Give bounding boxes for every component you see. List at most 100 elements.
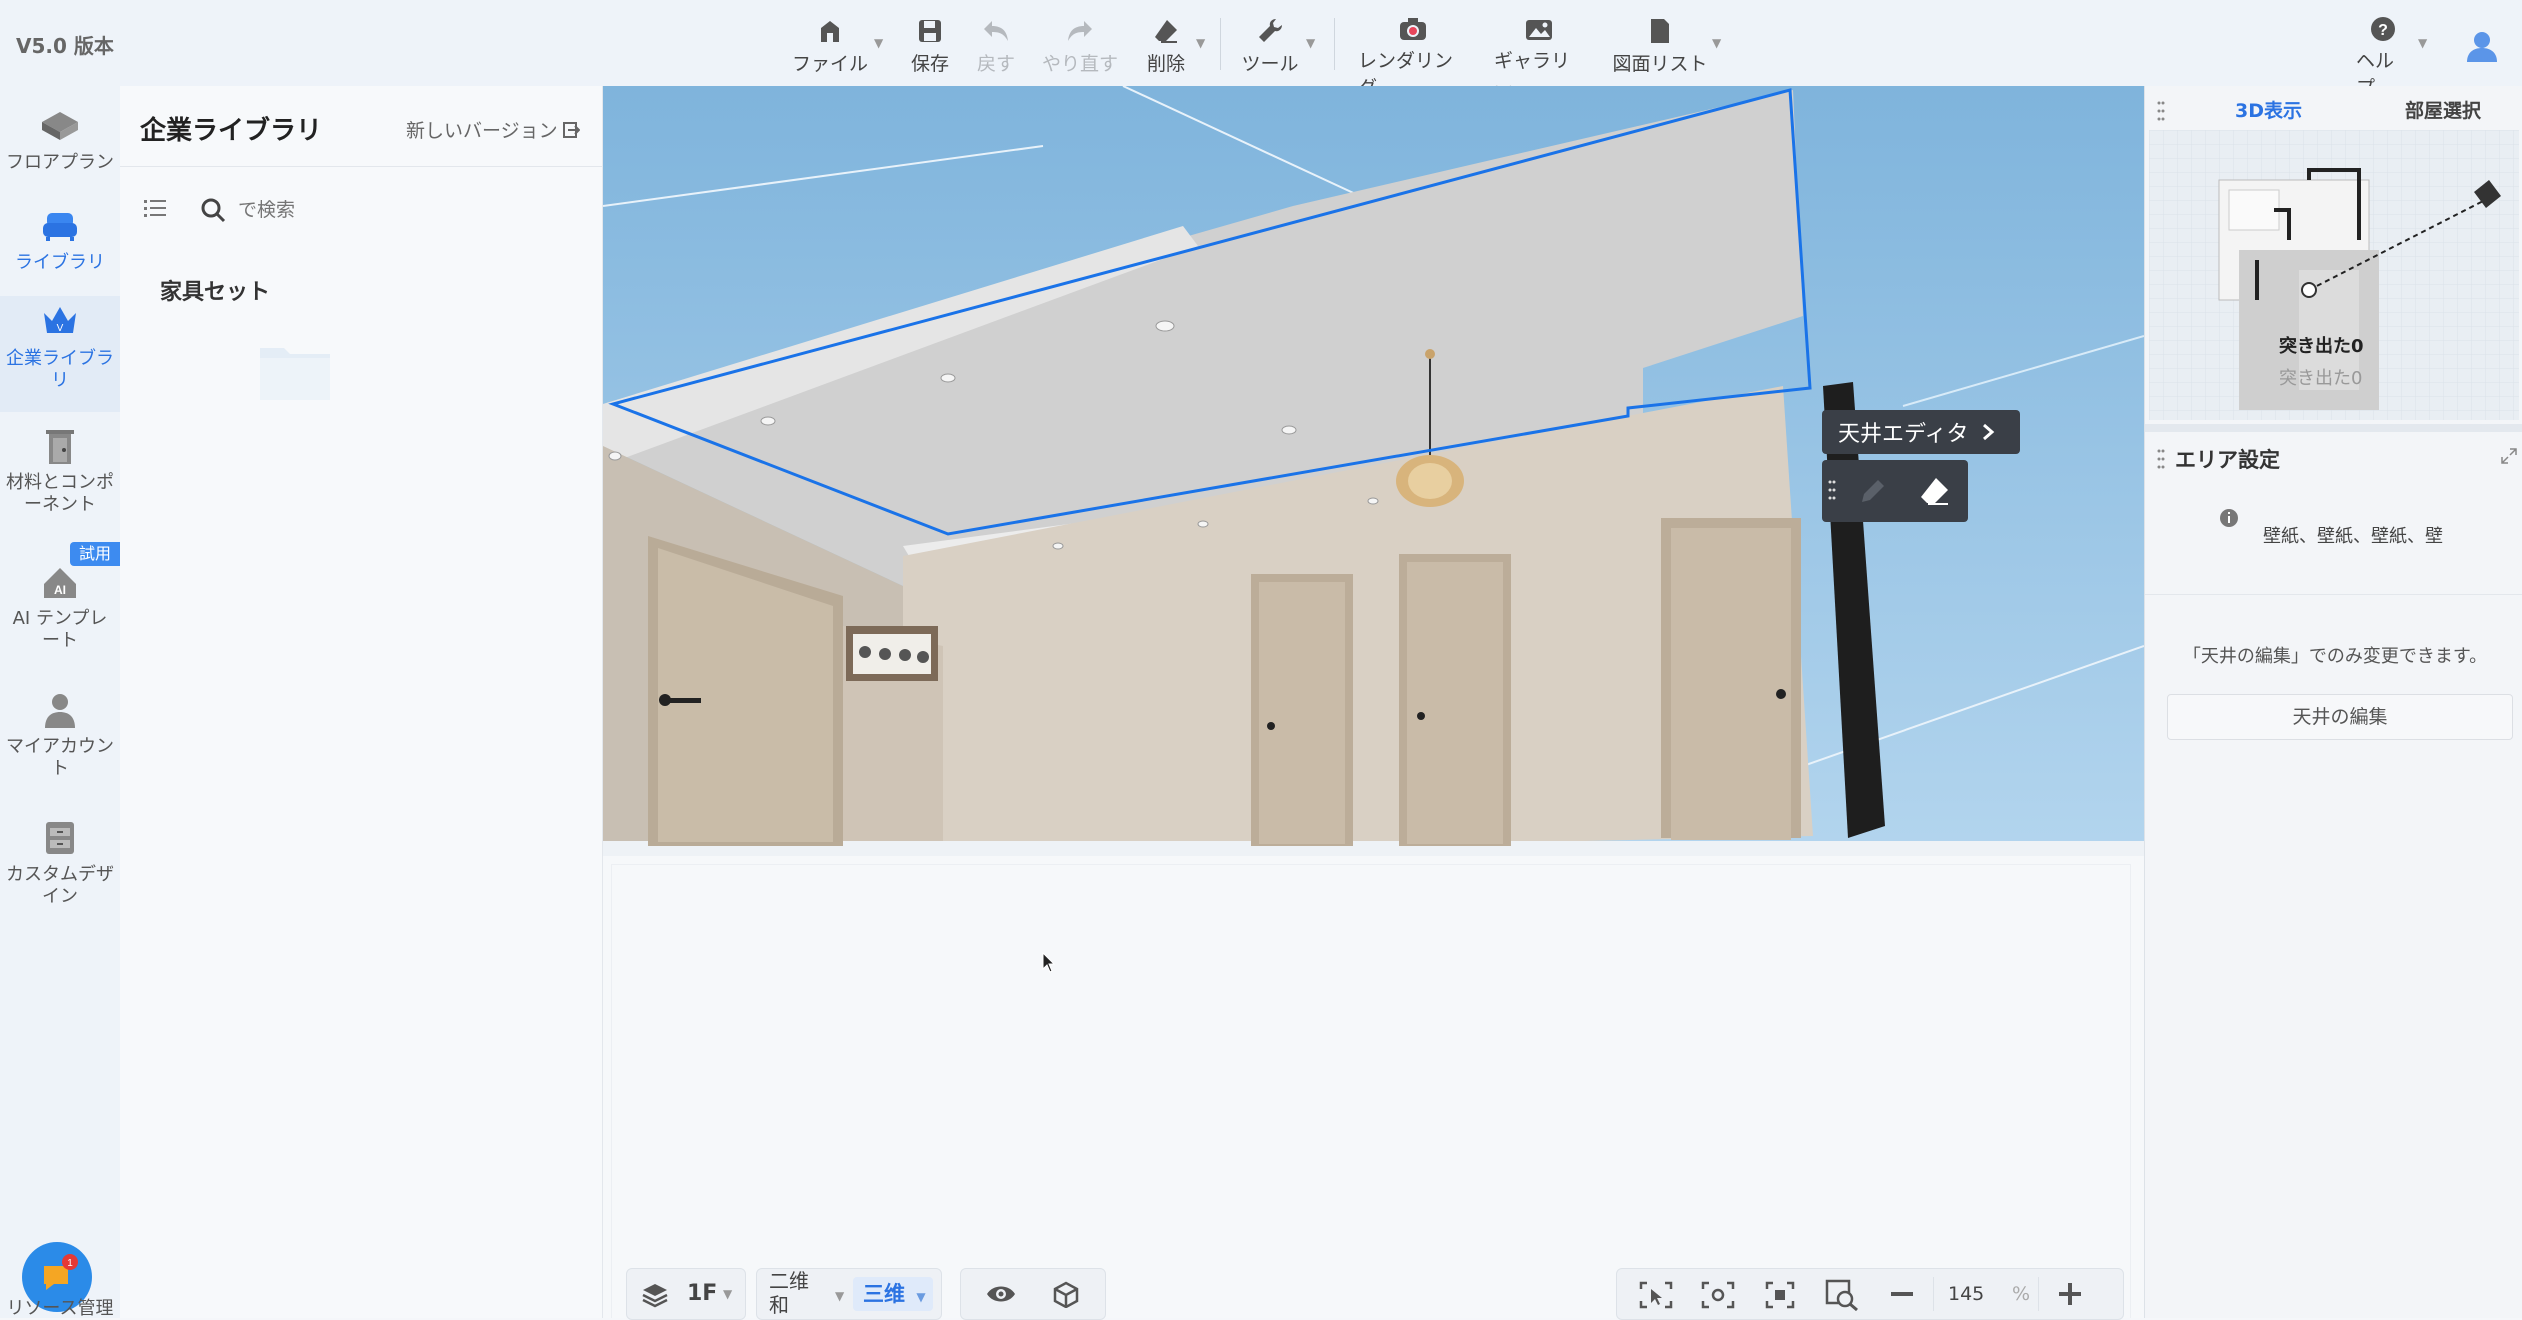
view-mode-switch: 二维 和 ▼ 三维 ▼: [756, 1268, 942, 1320]
sidebar-item-label: マイアカウント: [6, 736, 114, 779]
canvas-empty-area[interactable]: [603, 856, 2144, 1318]
edit-ceiling-button[interactable]: 天井の編集: [2167, 694, 2513, 740]
sofa-icon: [38, 206, 82, 246]
file-button[interactable]: ファイル: [792, 16, 868, 76]
eraser-icon[interactable]: [1918, 476, 1950, 510]
door-icon: [38, 426, 82, 466]
door-middle-1: [1251, 574, 1353, 846]
ceiling-editor-label: 天井エディタ: [1838, 422, 1969, 447]
minimap-label: 突き出た0: [2279, 336, 2364, 357]
undo-button[interactable]: 戻す: [974, 16, 1018, 76]
ceiling-edit-hint: 「天井の編集」でのみ変更できます。: [2182, 646, 2488, 667]
floor-selector[interactable]: 1F ▼: [626, 1268, 746, 1320]
svg-text:V: V: [57, 323, 64, 334]
list-view-icon[interactable]: [144, 198, 166, 222]
rendering-button[interactable]: レンダリング: [1358, 16, 1468, 99]
search-input[interactable]: [236, 198, 540, 222]
help-button[interactable]: ? ヘルプ: [2356, 16, 2410, 99]
door-right: [1661, 518, 1801, 840]
expand-icon[interactable]: [2501, 448, 2517, 468]
drag-handle-icon[interactable]: [2157, 100, 2165, 126]
section-title: 家具セット: [160, 280, 271, 305]
help-caret-icon[interactable]: ▼: [2418, 36, 2427, 50]
exit-icon: [562, 121, 580, 138]
camera-icon: [1398, 16, 1428, 42]
drawing-list-button[interactable]: 図面リスト: [1612, 16, 1708, 76]
tools-caret-icon[interactable]: ▼: [1306, 36, 1315, 50]
tools-button[interactable]: ツール: [1240, 16, 1300, 76]
sidebar-item-label: ライブラリ: [15, 252, 105, 273]
focus-icon[interactable]: [1765, 1281, 1795, 1309]
sidebar-item-label: フロアプラン: [6, 152, 114, 173]
fit-all-icon[interactable]: [1701, 1281, 1735, 1309]
sidebar-item-label: AI テンプレート: [12, 608, 108, 651]
floorplan-icon: [38, 106, 82, 146]
avatar-icon: [2467, 32, 2497, 62]
tools-label: ツール: [1241, 53, 1299, 75]
tab-room-select[interactable]: 部屋選択: [2405, 96, 2481, 123]
minimap-label: 突き出た0: [2279, 368, 2363, 389]
drawing-list-caret-icon[interactable]: ▼: [1712, 36, 1721, 50]
sidebar-item-enterprise-library[interactable]: V 企業ライブラリ: [0, 296, 120, 412]
view-2d-label: 二维: [769, 1269, 809, 1293]
view-3d-button[interactable]: 三维 ▼: [853, 1277, 933, 1311]
view-2d-button[interactable]: 二维 和: [769, 1269, 809, 1317]
drawing-list-label: 図面リスト: [1612, 53, 1708, 75]
ceiling-editor-button[interactable]: 天井エディタ: [1822, 410, 2020, 454]
zoom-value: 145: [1948, 1283, 1985, 1305]
sidebar-item-ai-template[interactable]: AI AI テンプレート: [0, 562, 120, 662]
search-bar[interactable]: [200, 192, 580, 228]
sidebar-item-custom-design[interactable]: カスタムデザイン: [0, 818, 120, 918]
redo-label: やり直す: [1042, 53, 1119, 75]
ceiling-tool-palette: [1822, 460, 1968, 522]
user-icon: [38, 690, 82, 730]
search-icon: [201, 198, 226, 223]
sidebar-item-floorplan[interactable]: フロアプラン: [0, 106, 120, 192]
resource-management-label: リソース管理: [6, 1298, 114, 1319]
delete-button[interactable]: 削除: [1144, 16, 1188, 76]
ai-template-icon: AI: [38, 562, 82, 602]
area-settings-title: エリア設定: [2175, 448, 2280, 472]
eye-icon[interactable]: [985, 1281, 1017, 1307]
wrench-icon: [1255, 16, 1285, 45]
new-version-link[interactable]: 新しいバージョン: [406, 116, 580, 143]
folder-icon[interactable]: [258, 342, 332, 406]
user-avatar[interactable]: [2464, 28, 2500, 64]
drag-handle-icon[interactable]: [2157, 448, 2165, 474]
sidebar-item-materials[interactable]: 材料とコンポーネント: [0, 426, 120, 526]
zoom-window-icon[interactable]: [1825, 1279, 1859, 1311]
minimap[interactable]: 突き出た0 突き出た0: [2149, 130, 2519, 420]
svg-text:AI: AI: [54, 583, 66, 597]
toolbar-divider: [1334, 18, 1335, 70]
tab-3d-view[interactable]: 3D表示: [2235, 96, 2302, 123]
sidebar-item-library[interactable]: ライブラリ: [0, 206, 120, 292]
sidebar: フロアプラン ライブラリ V 企業ライブラリ 材料とコンポーネント 試用 AI …: [0, 86, 121, 1319]
svg-text:1: 1: [67, 1258, 73, 1269]
new-version-label: 新しいバージョン: [406, 120, 558, 142]
zoom-out-button[interactable]: [1887, 1277, 1917, 1311]
save-button[interactable]: 保存: [908, 16, 952, 76]
zoom-unit: %: [2012, 1283, 2031, 1305]
cube-icon[interactable]: [1051, 1280, 1081, 1308]
redo-icon: [1065, 16, 1095, 45]
view-2d-caret-icon: ▼: [835, 1289, 845, 1303]
info-icon: [2219, 508, 2239, 532]
pencil-icon[interactable]: [1858, 476, 1888, 510]
delete-caret-icon[interactable]: ▼: [1196, 36, 1205, 50]
sidebar-item-my-account[interactable]: マイアカウント: [0, 690, 120, 790]
redo-button[interactable]: やり直す: [1042, 16, 1118, 76]
drag-handle-icon[interactable]: [1828, 478, 1836, 506]
view-2d-sublabel: 和: [769, 1293, 789, 1317]
display-options: [960, 1268, 1106, 1320]
zoom-in-button[interactable]: [2055, 1277, 2085, 1311]
view-3d-label: 三维: [863, 1282, 905, 1306]
fit-selection-icon[interactable]: [1639, 1281, 1673, 1309]
delete-label: 削除: [1146, 53, 1185, 75]
gallery-button[interactable]: ギャラリー: [1494, 16, 1584, 99]
plus-icon: [2059, 1283, 2081, 1305]
zoom-input[interactable]: 145 %: [1933, 1277, 2039, 1311]
chevron-right-icon: [1983, 423, 1995, 441]
file-caret-icon[interactable]: ▼: [874, 36, 883, 50]
undo-icon: [981, 16, 1011, 45]
save-icon: [915, 16, 945, 45]
